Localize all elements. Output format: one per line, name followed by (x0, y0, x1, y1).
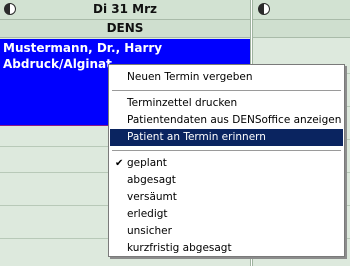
menu-item-label: Patientendaten aus DENSoffice anzeigen (127, 114, 342, 126)
menu-item-label: erledigt (127, 208, 168, 220)
menu-item-show-patient-data[interactable]: Patientendaten aus DENSoffice anzeigen (110, 112, 343, 129)
context-menu: Neuen Termin vergeben Terminzettel druck… (108, 64, 345, 257)
menu-item-status-short-notice-cancelled[interactable]: kurzfristig abgesagt (110, 240, 343, 257)
column-header-next[interactable] (253, 20, 350, 38)
column-header[interactable]: DENS (0, 20, 250, 38)
menu-separator (112, 150, 341, 152)
appointment-patient: Mustermann, Dr., Harry (3, 41, 163, 55)
day-header[interactable]: Di 31 Mrz (0, 0, 250, 20)
menu-item-label: geplant (127, 157, 167, 169)
menu-item-status-uncertain[interactable]: unsicher (110, 223, 343, 240)
checkmark-icon: ✔ (115, 158, 124, 169)
menu-item-print-slip[interactable]: Terminzettel drucken (110, 95, 343, 112)
menu-separator (112, 90, 341, 92)
menu-item-label: kurzfristig abgesagt (127, 242, 232, 254)
menu-item-label: Patient an Termin erinnern (127, 131, 266, 143)
menu-item-status-done[interactable]: erledigt (110, 206, 343, 223)
menu-item-status-missed[interactable]: versäumt (110, 189, 343, 206)
menu-item-label: abgesagt (127, 174, 176, 186)
menu-item-remind-patient[interactable]: Patient an Termin erinnern (110, 129, 343, 146)
menu-item-label: unsicher (127, 225, 172, 237)
day-header-label: Di 31 Mrz (93, 2, 157, 16)
menu-item-status-cancelled[interactable]: abgesagt (110, 172, 343, 189)
appointment-treatment: Abdruck/Alginat (3, 57, 112, 71)
day-header-next[interactable] (253, 0, 350, 20)
moon-phase-icon (258, 3, 270, 15)
menu-item-label: versäumt (127, 191, 177, 203)
menu-item-label: Terminzettel drucken (127, 97, 238, 109)
menu-item-label: Neuen Termin vergeben (127, 71, 253, 83)
menu-item-status-planned[interactable]: ✔ geplant (110, 155, 343, 172)
menu-item-new-appointment[interactable]: Neuen Termin vergeben (110, 69, 343, 86)
